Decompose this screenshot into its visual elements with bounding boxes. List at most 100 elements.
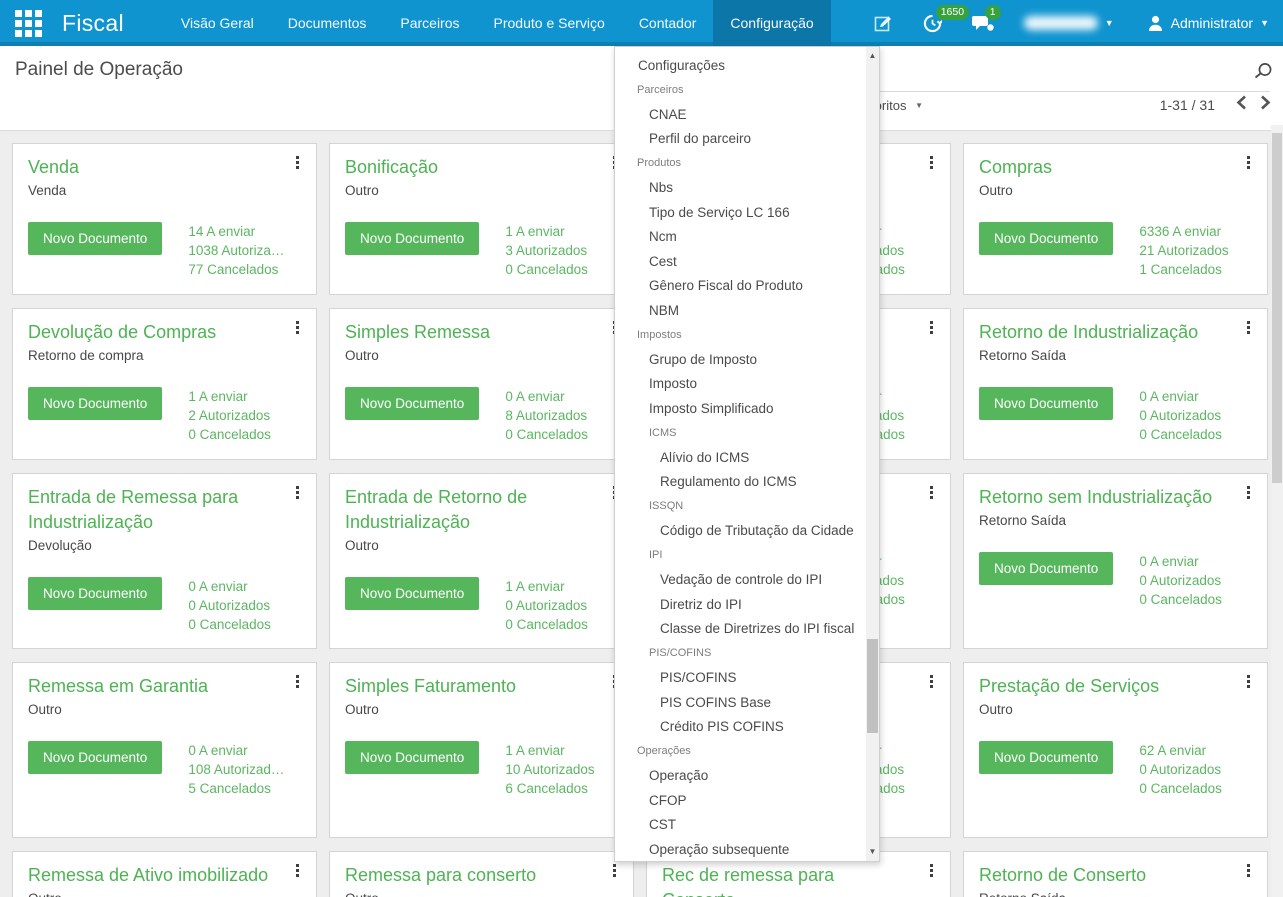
next-page-button[interactable] [1260, 95, 1271, 115]
kebab-menu-icon[interactable] [924, 321, 938, 334]
menu-item-cnae[interactable]: CNAE [615, 102, 867, 127]
kebab-menu-icon[interactable] [1241, 156, 1255, 169]
apps-menu-button[interactable] [0, 0, 56, 46]
card-title[interactable]: Bonificação [345, 155, 595, 180]
menu-item-nbm[interactable]: NBM [615, 298, 867, 323]
card-stat-link[interactable]: 3 Autorizados [505, 241, 588, 260]
menu-item-tipo-de-servico-lc-166[interactable]: Tipo de Serviço LC 166 [615, 200, 867, 225]
menu-item-operacao[interactable]: Operação [615, 764, 867, 789]
menu-item-codigo-de-tributacao-da-cidade[interactable]: Código de Tributação da Cidade [615, 519, 867, 544]
new-document-button[interactable]: Novo Documento [28, 222, 163, 255]
page-scrollbar-thumb[interactable] [1272, 133, 1282, 483]
kebab-menu-icon[interactable] [290, 321, 304, 334]
prev-page-button[interactable] [1236, 95, 1247, 115]
new-document-button[interactable]: Novo Documento [28, 387, 163, 420]
kebab-menu-icon[interactable] [1241, 321, 1255, 334]
nav-item-visao-geral[interactable]: Visão Geral [164, 0, 271, 46]
card-title[interactable]: Entrada de Retorno de Industrialização [345, 485, 595, 535]
new-document-button[interactable]: Novo Documento [28, 741, 163, 774]
card-title[interactable]: Devolução de Compras [28, 320, 278, 345]
card-stat-link[interactable]: 0 A enviar [188, 741, 284, 760]
card-stat-link[interactable]: 21 Autorizados [1139, 241, 1228, 260]
app-title[interactable]: Fiscal [62, 10, 124, 37]
menu-item-perfil-do-parceiro[interactable]: Perfil do parceiro [615, 127, 867, 152]
card-title[interactable]: Prestação de Serviços [979, 674, 1229, 699]
card-title[interactable]: Simples Faturamento [345, 674, 595, 699]
card-stat-link[interactable]: 0 Cancelados [1139, 590, 1222, 609]
kebab-menu-icon[interactable] [1241, 486, 1255, 499]
menu-item-imposto-simplificado[interactable]: Imposto Simplificado [615, 396, 867, 421]
card-stat-link[interactable]: 0 Autorizados [1139, 571, 1222, 590]
new-document-button[interactable]: Novo Documento [979, 552, 1114, 585]
search-icon[interactable] [1253, 61, 1273, 86]
card-title[interactable]: Compras [979, 155, 1229, 180]
new-document-button[interactable]: Novo Documento [345, 387, 480, 420]
card-stat-link[interactable]: 0 Cancelados [188, 425, 271, 444]
card-stat-link[interactable]: 0 Autorizados [1139, 760, 1222, 779]
messages-button[interactable]: 1 [971, 4, 1001, 33]
menu-item-credito-pis-cofins[interactable]: Crédito PIS COFINS [615, 715, 867, 740]
menu-item-alivio-do-icms[interactable]: Alívio do ICMS [615, 445, 867, 470]
new-document-button[interactable]: Novo Documento [345, 222, 480, 255]
card-stat-link[interactable]: 1 A enviar [505, 741, 594, 760]
menu-item-genero-fiscal-do-produto[interactable]: Gênero Fiscal do Produto [615, 274, 867, 299]
card-stat-link[interactable]: 1 Cancelados [1139, 260, 1228, 279]
nav-item-configuracao[interactable]: Configuração [713, 0, 831, 46]
card-title[interactable]: Remessa de Ativo imobilizado [28, 863, 278, 888]
card-stat-link[interactable]: 1 A enviar [188, 387, 271, 406]
menu-item-regulamento-do-icms[interactable]: Regulamento do ICMS [615, 470, 867, 495]
menu-item-diretriz-do-ipi[interactable]: Diretriz do IPI [615, 592, 867, 617]
kebab-menu-icon[interactable] [924, 486, 938, 499]
card-title[interactable]: Simples Remessa [345, 320, 595, 345]
kebab-menu-icon[interactable] [290, 675, 304, 688]
menu-item-cfop[interactable]: CFOP [615, 788, 867, 813]
card-stat-link[interactable]: 8 Autorizados [505, 406, 588, 425]
card-title[interactable]: Venda [28, 155, 278, 180]
card-title[interactable]: Retorno de Conserto [979, 863, 1229, 888]
menu-item-cst[interactable]: CST [615, 813, 867, 838]
kebab-menu-icon[interactable] [1241, 864, 1255, 877]
kebab-menu-icon[interactable] [1241, 675, 1255, 688]
card-stat-link[interactable]: 1038 Autoriza… [188, 241, 284, 260]
kebab-menu-icon[interactable] [290, 486, 304, 499]
kebab-menu-icon[interactable] [924, 675, 938, 688]
card-stat-link[interactable]: 0 A enviar [1139, 387, 1222, 406]
kebab-menu-icon[interactable] [924, 864, 938, 877]
card-title[interactable]: Retorno de Industrialização [979, 320, 1229, 345]
menu-item-ncm[interactable]: Ncm [615, 225, 867, 250]
menu-item-classe-de-diretrizes-do-ipi-fiscal[interactable]: Classe de Diretrizes do IPI fiscal [615, 617, 867, 642]
card-stat-link[interactable]: 0 Cancelados [505, 615, 588, 634]
scroll-up-arrow-icon[interactable]: ▲ [866, 49, 879, 63]
card-stat-link[interactable]: 14 A enviar [188, 222, 284, 241]
card-stat-link[interactable]: 0 Autorizados [1139, 406, 1222, 425]
card-stat-link[interactable]: 0 Cancelados [188, 615, 271, 634]
kebab-menu-icon[interactable] [924, 156, 938, 169]
menu-item-grupo-de-imposto[interactable]: Grupo de Imposto [615, 347, 867, 372]
card-stat-link[interactable]: 2 Autorizados [188, 406, 271, 425]
card-stat-link[interactable]: 0 Cancelados [505, 260, 588, 279]
card-stat-link[interactable]: 0 Cancelados [1139, 425, 1222, 444]
card-title[interactable]: Retorno sem Industrialização [979, 485, 1229, 510]
menu-item-cest[interactable]: Cest [615, 249, 867, 274]
card-title[interactable]: Entrada de Remessa para Industrialização [28, 485, 278, 535]
card-stat-link[interactable]: 1 A enviar [505, 577, 588, 596]
menu-item-configuracoes[interactable]: Configurações [615, 53, 867, 78]
nav-item-produto-e-servico[interactable]: Produto e Serviço [477, 0, 622, 46]
dropdown-scrollbar-thumb[interactable] [867, 639, 878, 733]
page-scrollbar[interactable] [1271, 125, 1283, 897]
new-document-button[interactable]: Novo Documento [28, 577, 163, 610]
kebab-menu-icon[interactable] [290, 156, 304, 169]
card-stat-link[interactable]: 6336 A enviar [1139, 222, 1228, 241]
card-stat-link[interactable]: 1 A enviar [505, 222, 588, 241]
card-stat-link[interactable]: 108 Autorizad… [188, 760, 284, 779]
card-stat-link[interactable]: 6 Cancelados [505, 779, 594, 798]
menu-item-pis-cofins-base[interactable]: PIS COFINS Base [615, 690, 867, 715]
card-title[interactable]: Rec de remessa para Conserto [662, 863, 912, 897]
kebab-menu-icon[interactable] [290, 864, 304, 877]
new-document-button[interactable]: Novo Documento [345, 741, 480, 774]
card-stat-link[interactable]: 5 Cancelados [188, 779, 284, 798]
card-stat-link[interactable]: 0 Cancelados [505, 425, 588, 444]
card-stat-link[interactable]: 0 A enviar [1139, 552, 1222, 571]
menu-item-imposto[interactable]: Imposto [615, 372, 867, 397]
menu-item-nbs[interactable]: Nbs [615, 176, 867, 201]
